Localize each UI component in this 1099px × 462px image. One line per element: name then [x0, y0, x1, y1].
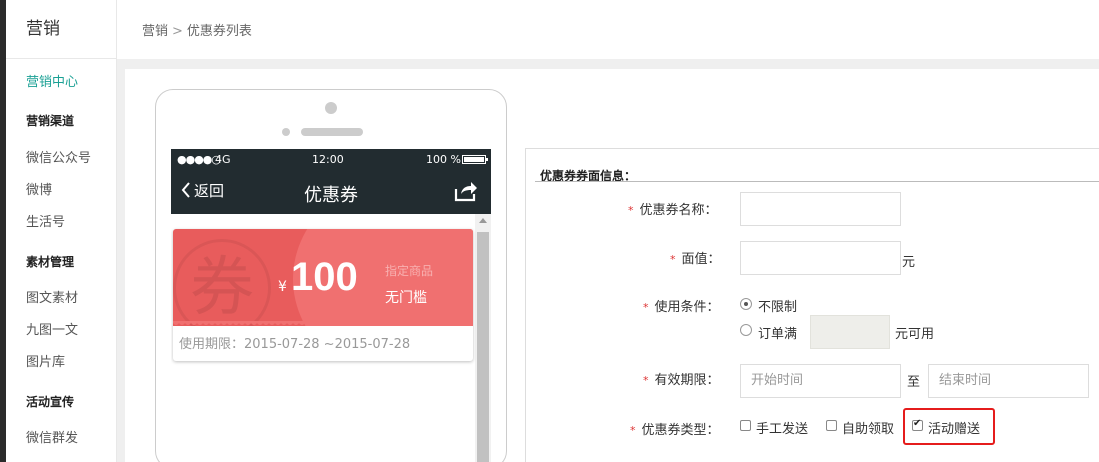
type-self-claim-checkbox[interactable]	[826, 420, 837, 431]
type-manual-checkbox[interactable]	[740, 420, 751, 431]
min-order-amount-input[interactable]	[810, 315, 890, 349]
coupon-name-input[interactable]	[740, 192, 901, 226]
scroll-up-arrow-icon[interactable]	[479, 218, 487, 223]
coupon-condition: 无门槛	[385, 290, 427, 306]
sidebar-brand: 营销	[6, 0, 116, 59]
phone-scrollbar[interactable]	[475, 214, 491, 462]
condition-unlimited-label[interactable]: 不限制	[758, 296, 797, 315]
phone-screen: ●●●●○ 4G 12:00 100 % 返回 优惠券 券 ¥ 100 指定商品…	[171, 149, 491, 462]
signal-icon: ●●●●○	[177, 153, 221, 166]
phone-sensor	[282, 128, 290, 136]
network-label: 4G	[215, 153, 231, 166]
phone-status-bar: ●●●●○ 4G 12:00 100 %	[171, 149, 491, 169]
coupon-card: 券 ¥ 100 指定商品 无门槛 使用期限：2015-07-28 ~2015-0…	[173, 229, 473, 361]
sidebar-item-nine-images[interactable]: 九图一文	[26, 319, 78, 338]
condition-unlimited-radio[interactable]	[740, 298, 752, 310]
face-value-input[interactable]	[740, 241, 901, 275]
type-self-claim-label[interactable]: 自助领取	[842, 418, 894, 437]
usage-condition-label: * 使用条件：	[643, 300, 720, 315]
coupon-wave-edge	[173, 321, 473, 325]
scroll-thumb[interactable]	[477, 232, 489, 462]
sidebar-item-image-library[interactable]: 图片库	[26, 351, 65, 370]
coupon-amount: 100	[291, 255, 358, 299]
phone-page-title: 优惠券	[304, 185, 358, 206]
validity-period-label: * 有效期限：	[643, 373, 720, 388]
breadcrumb-separator: >	[172, 24, 183, 39]
share-icon[interactable]	[454, 180, 478, 202]
required-mark: *	[628, 204, 634, 217]
phone-nav-bar: 返回 优惠券	[171, 169, 491, 214]
sidebar-item-wechat-mass[interactable]: 微信群发	[26, 427, 78, 446]
battery-label: 100 %	[426, 153, 461, 166]
sidebar-group-materials: 素材管理	[26, 255, 75, 269]
required-mark: *	[670, 253, 676, 266]
required-mark: *	[643, 374, 649, 387]
breadcrumb-root[interactable]: 营销	[142, 24, 168, 39]
coupon-currency: ¥	[278, 279, 287, 295]
coupon-watermark: 券	[173, 239, 271, 326]
event-gift-highlight-box	[903, 408, 995, 445]
sidebar-item-article-materials[interactable]: 图文素材	[26, 287, 78, 306]
sidebar-item-weibo[interactable]: 微博	[26, 179, 52, 198]
face-value-unit: 元	[902, 255, 916, 270]
form-section-divider	[535, 181, 1099, 182]
type-manual-label[interactable]: 手工发送	[756, 418, 808, 437]
condition-min-order-radio[interactable]	[740, 324, 752, 336]
coupon-type-label: * 优惠券类型：	[630, 423, 720, 438]
end-time-input[interactable]: 结束时间	[928, 364, 1089, 398]
start-time-input[interactable]: 开始时间	[740, 364, 901, 398]
period-to-label: 至	[907, 375, 921, 390]
condition-suffix: 元可用	[895, 327, 935, 342]
coupon-face: 券 ¥ 100 指定商品 无门槛	[173, 229, 473, 326]
sidebar-group-channels: 营销渠道	[26, 114, 75, 128]
phone-speaker	[301, 128, 363, 136]
sidebar-item-wechat-official[interactable]: 微信公众号	[26, 147, 91, 166]
sidebar: 营销 营销中心 营销渠道 微信公众号 微博 生活号 素材管理 图文素材 九图一文…	[6, 0, 117, 462]
coupon-name-label: * 优惠券名称：	[628, 203, 718, 218]
required-mark: *	[630, 424, 636, 437]
coupon-scope-tag: 指定商品	[385, 264, 434, 278]
coupon-period: 使用期限：2015-07-28 ~2015-07-28	[179, 337, 411, 352]
header: 营销 > 优惠券列表	[117, 0, 1099, 59]
sidebar-group-promotion: 活动宣传	[26, 395, 75, 409]
required-mark: *	[643, 301, 649, 314]
breadcrumb: 营销 > 优惠券列表	[142, 20, 252, 39]
sidebar-item-life-account[interactable]: 生活号	[26, 211, 65, 230]
phone-camera	[325, 102, 337, 114]
sidebar-item-marketing-center[interactable]: 营销中心	[26, 71, 78, 90]
breadcrumb-current: 优惠券列表	[186, 24, 252, 39]
battery-icon	[462, 155, 488, 164]
status-time: 12:00	[312, 153, 344, 166]
condition-min-order-label[interactable]: 订单满	[758, 323, 797, 342]
face-value-label: * 面值：	[670, 252, 721, 267]
